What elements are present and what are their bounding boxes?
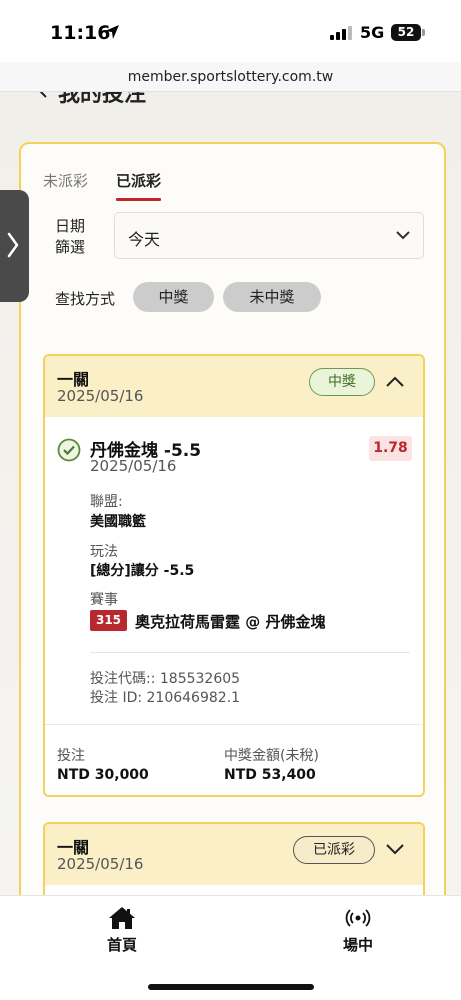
payout-label: 中獎金額(未稅) [224,748,319,764]
league-value: 美國職籃 [90,514,146,530]
market-label: 玩法 [90,544,118,560]
bet-code: 投注代碼:: 185532605 [90,671,241,687]
live-broadcast-icon [345,909,371,927]
check-circle-icon [57,438,81,462]
battery-icon: 52 [391,24,421,41]
bet-card: 一關 2025/05/16 中獎 丹佛金塊 -5.5 2025/05/16 1.… [43,354,425,797]
bet-card-footer: 投注 NTD 30,000 中獎金額(未稅) NTD 53,400 [45,724,423,795]
status-badge: 中獎 [309,368,375,396]
divider [90,652,410,653]
tab-unsettled[interactable]: 未派彩 [43,170,88,200]
nav-live[interactable]: 場中 [318,906,398,955]
nav-home[interactable]: 首頁 [82,906,162,955]
side-drawer-handle[interactable] [0,190,29,302]
date-filter-select[interactable]: 今天 [114,212,424,259]
payout-value: NTD 53,400 [224,767,316,783]
page-title: 我的投注 [58,92,147,107]
filter-win-button[interactable]: 中獎 [133,282,214,312]
date-filter-value: 今天 [128,230,161,249]
odds-badge: 1.78 [369,436,412,461]
match-number-badge: 315 [90,610,127,631]
status-time: 11:16 [50,22,111,44]
chevron-right-icon [7,232,19,258]
home-indicator[interactable] [148,984,314,990]
status-badge: 已派彩 [293,836,375,864]
league-label: 聯盟: [90,494,123,510]
home-icon [109,907,135,929]
bet-card-header[interactable]: 一關 2025/05/16 中獎 [45,356,423,417]
status-bar: 11:16 5G 52 [0,0,461,62]
search-method-label: 查找方式 [55,290,116,308]
signal-bars-icon [330,26,352,40]
chevron-down-icon[interactable] [386,844,404,855]
bet-date: 2025/05/16 [57,855,144,873]
bottom-nav: 首頁 場中 [0,895,461,1000]
url-bar[interactable]: member.sportslottery.com.tw [0,62,461,92]
page-content: 我的投注 未派彩 已派彩 日期篩選 今天 查找方式 中獎 未中獎 一關 2025… [0,92,461,895]
location-arrow-icon [105,25,119,39]
selection-date: 2025/05/16 [90,457,177,475]
tab-bar: 未派彩 已派彩 [43,170,162,202]
date-filter-label: 日期篩選 [55,217,86,256]
battery-tip [422,29,425,36]
chevron-up-icon[interactable] [386,376,404,387]
bet-id: 投注 ID: 210646982.1 [90,690,241,706]
event-label: 賽事 [90,592,118,608]
nav-home-label: 首頁 [106,936,137,954]
stake-label: 投注 [57,748,85,764]
stake-value: NTD 30,000 [57,767,149,783]
filter-lose-button[interactable]: 未中獎 [223,282,321,312]
nav-live-label: 場中 [342,936,373,954]
match-name: 奧克拉荷馬雷霆 @ 丹佛金塊 [135,613,326,631]
network-label: 5G [360,23,385,42]
market-value: [總分]讓分 -5.5 [90,563,195,579]
bet-date: 2025/05/16 [57,387,144,405]
back-arrow-icon[interactable] [38,92,50,98]
tab-settled[interactable]: 已派彩 [116,170,162,201]
chevron-down-icon [396,231,410,240]
bet-card: 一關 2025/05/16 已派彩 [43,822,425,895]
bet-history-panel: 未派彩 已派彩 日期篩選 今天 查找方式 中獎 未中獎 一關 2025/05/1… [19,142,446,895]
bet-card-header[interactable]: 一關 2025/05/16 已派彩 [45,824,423,885]
